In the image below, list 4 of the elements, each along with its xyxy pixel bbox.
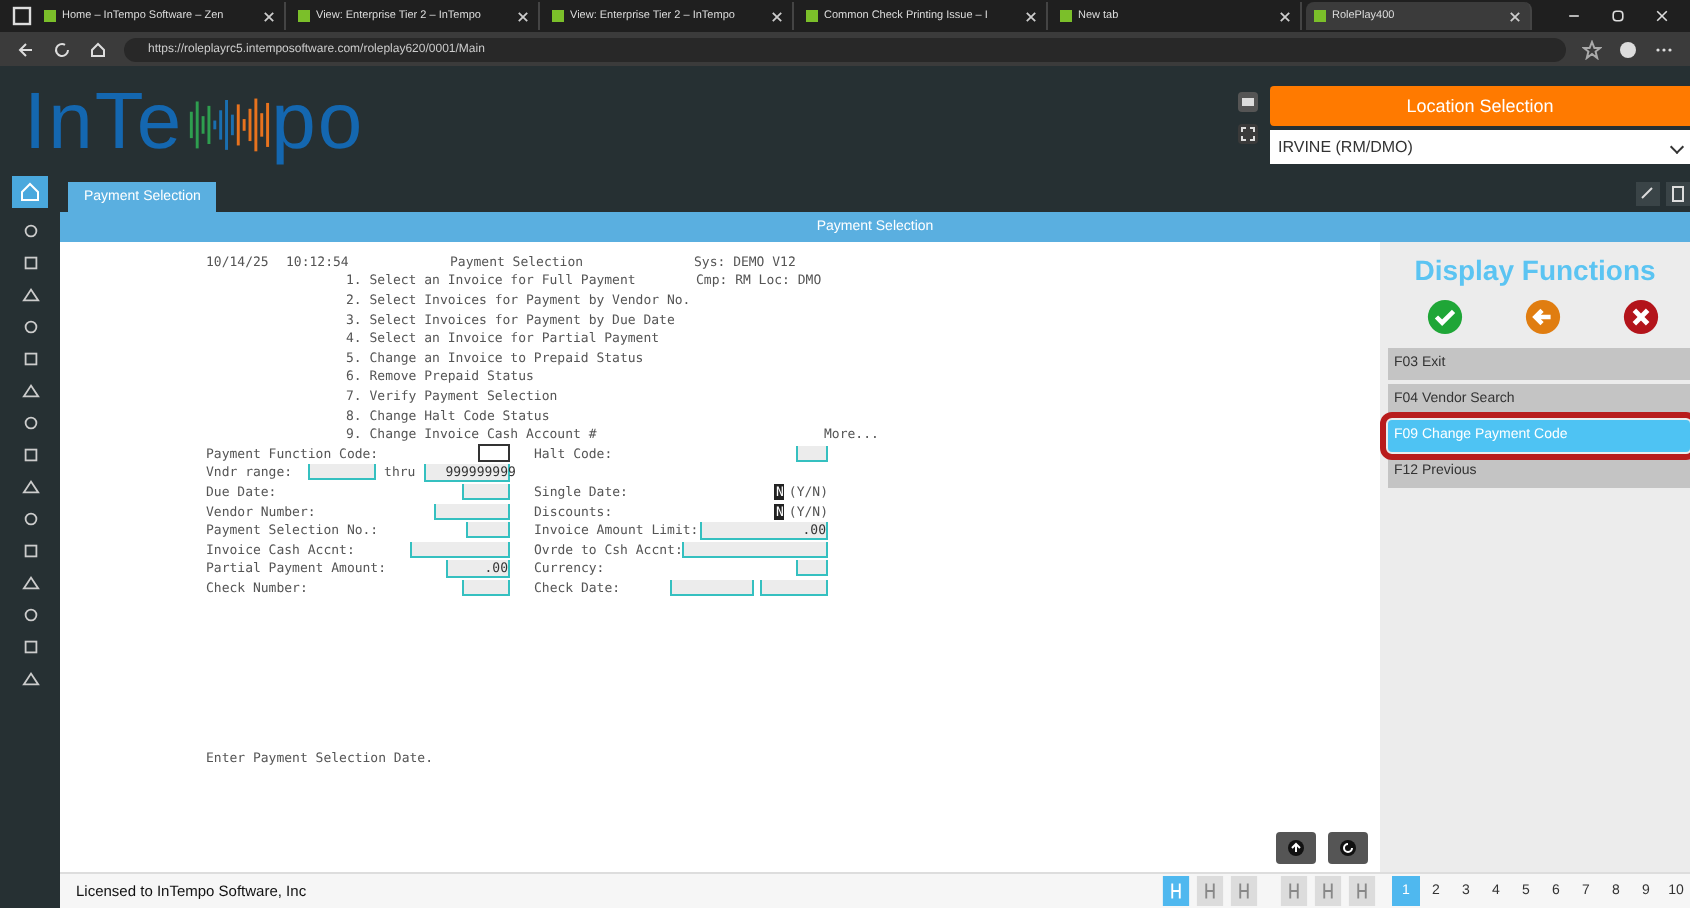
panel-heading: Display Functions <box>1412 254 1658 286</box>
location-select[interactable]: IRVINE (RM/DMO) <box>1270 130 1690 164</box>
logo-text: po <box>271 77 365 165</box>
logo-text: InTe <box>24 77 184 165</box>
